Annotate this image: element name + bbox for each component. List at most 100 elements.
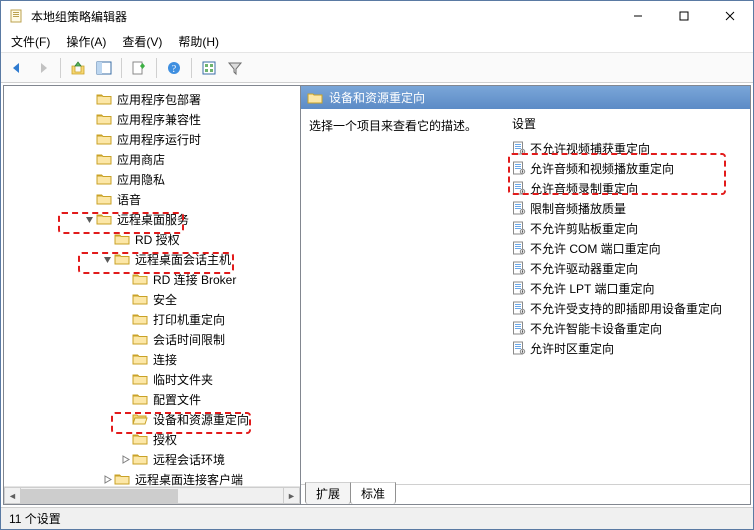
details-pane: 设备和资源重定向 选择一个项目来查看它的描述。 设置 不允许视频捕获重定向允许音… [300,85,751,505]
up-button[interactable] [66,56,90,80]
tree-item[interactable]: 应用隐私 [4,169,300,189]
policy-icon [512,281,526,295]
back-button[interactable] [5,56,29,80]
tree-item[interactable]: 应用程序包部署 [4,89,300,109]
policy-icon [512,341,526,355]
tree-item-label: 远程会话环境 [151,451,227,468]
description-prompt: 选择一个项目来查看它的描述。 [309,119,477,133]
chevron-down-icon[interactable] [100,255,114,264]
tree-item[interactable]: 应用程序兼容性 [4,109,300,129]
setting-label: 不允许驱动器重定向 [530,260,638,277]
setting-label: 不允许 LPT 端口重定向 [530,280,654,297]
setting-item[interactable]: 不允许智能卡设备重定向 [506,318,750,338]
tree-item[interactable]: 设备和资源重定向 [4,409,300,429]
tree-item-label: 连接 [151,351,179,368]
setting-item[interactable]: 不允许视频捕获重定向 [506,138,750,158]
maximize-button[interactable] [661,1,707,31]
setting-item[interactable]: 允许时区重定向 [506,338,750,358]
tree-item-label: RD 授权 [133,231,182,248]
setting-item[interactable]: 不允许剪贴板重定向 [506,218,750,238]
tab-standard[interactable]: 标准 [350,482,396,504]
forward-button[interactable] [31,56,55,80]
tab-extended[interactable]: 扩展 [305,482,351,504]
tree-item-label: RD 连接 Broker [151,271,238,288]
setting-item[interactable]: 不允许受支持的即插即用设备重定向 [506,298,750,318]
help-button[interactable]: ? [162,56,186,80]
tree-item[interactable]: 语音 [4,189,300,209]
tree-item[interactable]: 临时文件夹 [4,369,300,389]
scroll-left-icon[interactable]: ◄ [4,487,21,504]
folder-icon [114,251,130,267]
toolbar-separator [60,58,61,78]
setting-item[interactable]: 不允许驱动器重定向 [506,258,750,278]
tree-item[interactable]: 授权 [4,429,300,449]
tree-item[interactable]: 连接 [4,349,300,369]
setting-label: 允许时区重定向 [530,340,614,357]
settings-list: 不允许视频捕获重定向允许音频和视频播放重定向允许音频录制重定向限制音频播放质量不… [506,138,750,358]
tree-item[interactable]: 会话时间限制 [4,329,300,349]
tree-item[interactable]: 应用商店 [4,149,300,169]
folder-icon [96,91,112,107]
policy-icon [512,221,526,235]
setting-item[interactable]: 允许音频录制重定向 [506,178,750,198]
menu-file[interactable]: 文件(F) [3,31,58,52]
setting-label: 不允许智能卡设备重定向 [530,320,662,337]
folder-icon [132,391,148,407]
tree-hscrollbar[interactable]: ◄ ► [4,486,300,504]
policy-icon [512,201,526,215]
export-button[interactable] [127,56,151,80]
tree-item-label: 远程桌面会话主机 [133,251,233,268]
tree-item-label: 设备和资源重定向 [151,411,251,428]
tree-item[interactable]: 远程桌面连接客户端 [4,469,300,486]
tree-item-label: 语音 [115,191,143,208]
tree-item[interactable]: 远程桌面会话主机 [4,249,300,269]
filter-button[interactable] [223,56,247,80]
menu-action[interactable]: 操作(A) [58,31,114,52]
show-hide-tree-button[interactable] [92,56,116,80]
folder-icon [132,351,148,367]
menu-help[interactable]: 帮助(H) [170,31,227,52]
tree-item[interactable]: RD 连接 Broker [4,269,300,289]
tree-item[interactable]: 应用程序运行时 [4,129,300,149]
policy-icon [512,181,526,195]
setting-item[interactable]: 限制音频播放质量 [506,198,750,218]
folder-icon [132,331,148,347]
folder-icon [132,271,148,287]
setting-label: 不允许受支持的即插即用设备重定向 [530,300,722,317]
setting-item[interactable]: 不允许 COM 端口重定向 [506,238,750,258]
tree-item[interactable]: 远程桌面服务 [4,209,300,229]
policy-icon [512,301,526,315]
tree-item-label: 应用程序运行时 [115,131,203,148]
tree-item[interactable]: 远程会话环境 [4,449,300,469]
scroll-thumb[interactable] [21,489,178,503]
tree-item[interactable]: RD 授权 [4,229,300,249]
tree-item-label: 打印机重定向 [151,311,227,328]
tree-item[interactable]: 打印机重定向 [4,309,300,329]
folder-icon [96,211,112,227]
scroll-track[interactable] [21,487,283,504]
status-text: 11 个设置 [9,510,61,527]
chevron-down-icon[interactable] [82,215,96,224]
tree-item-label: 远程桌面服务 [115,211,191,228]
folder-icon [132,291,148,307]
toolbar-all-button[interactable] [197,56,221,80]
chevron-right-icon[interactable] [100,475,114,484]
tree-item[interactable]: 安全 [4,289,300,309]
policy-icon [512,161,526,175]
setting-item[interactable]: 不允许 LPT 端口重定向 [506,278,750,298]
setting-item[interactable]: 允许音频和视频播放重定向 [506,158,750,178]
app-icon [9,8,25,24]
details-header: 设备和资源重定向 [301,86,750,109]
close-button[interactable] [707,1,753,31]
setting-label: 允许音频录制重定向 [530,180,638,197]
scroll-right-icon[interactable]: ► [283,487,300,504]
menu-view[interactable]: 查看(V) [114,31,170,52]
tree-item[interactable]: 配置文件 [4,389,300,409]
tree-scroll[interactable]: 应用程序包部署应用程序兼容性应用程序运行时应用商店应用隐私语音远程桌面服务 RD … [4,86,300,486]
tree-item-label: 安全 [151,291,179,308]
chevron-right-icon[interactable] [118,455,132,464]
details-title: 设备和资源重定向 [329,89,425,106]
titlebar: 本地组策略编辑器 [1,1,753,31]
tree-item-label: 应用商店 [115,151,167,168]
minimize-button[interactable] [615,1,661,31]
